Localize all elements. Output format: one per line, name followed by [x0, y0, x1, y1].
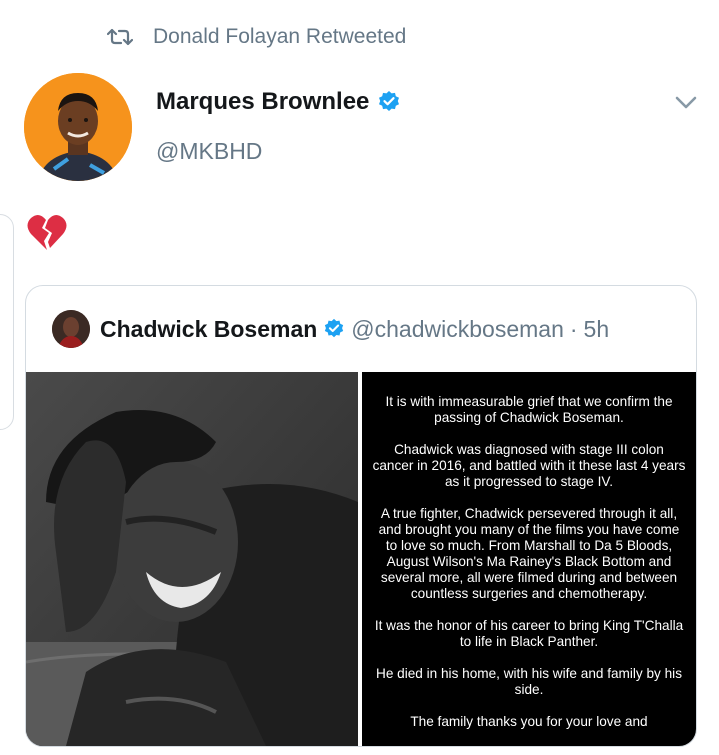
- statement-paragraph: A true fighter, Chadwick persevered thro…: [378, 506, 680, 601]
- statement-image[interactable]: It is with immeasurable grief that we co…: [362, 372, 696, 746]
- portrait-photo: [26, 372, 358, 746]
- verified-badge-icon: [379, 91, 400, 111]
- statement-paragraph: The family thanks you for your love and: [410, 714, 648, 729]
- quoted-author-avatar[interactable]: [52, 310, 90, 348]
- statement-paragraph: He died in his home, with his wife and f…: [376, 666, 682, 697]
- separator-dot: ·: [569, 315, 578, 342]
- quoted-tweet-time[interactable]: 5h: [584, 316, 610, 343]
- side-panel-edge: [0, 214, 14, 430]
- statement-paragraph: It was the honor of his career to bring …: [374, 618, 684, 649]
- quoted-author-handle[interactable]: @chadwickboseman: [351, 316, 564, 343]
- retweet-icon: [107, 28, 133, 46]
- broken-heart-icon: [27, 214, 67, 250]
- retweet-context[interactable]: Donald Folayan Retweeted: [107, 22, 406, 52]
- retweet-label: Donald Folayan Retweeted: [153, 25, 407, 48]
- quoted-tweet-header: Chadwick Boseman @chadwickboseman · 5h: [52, 310, 609, 348]
- quoted-tweet-card[interactable]: Chadwick Boseman @chadwickboseman · 5h I…: [25, 285, 697, 747]
- quoted-author-name[interactable]: Chadwick Boseman: [100, 316, 317, 343]
- author-name-row[interactable]: Marques Brownlee: [156, 88, 401, 116]
- statement-paragraph: Chadwick was diagnosed with stage III co…: [372, 442, 686, 489]
- avatar-portrait: [24, 73, 132, 181]
- author-handle[interactable]: @MKBHD: [156, 138, 262, 165]
- chevron-down-icon[interactable]: [674, 92, 698, 112]
- quoted-tweet-photo[interactable]: [26, 372, 358, 746]
- author-avatar[interactable]: [24, 73, 132, 181]
- verified-badge-icon: [325, 318, 344, 338]
- author-name[interactable]: Marques Brownlee: [156, 88, 369, 116]
- statement-paragraph: It is with immeasurable grief that we co…: [385, 394, 673, 425]
